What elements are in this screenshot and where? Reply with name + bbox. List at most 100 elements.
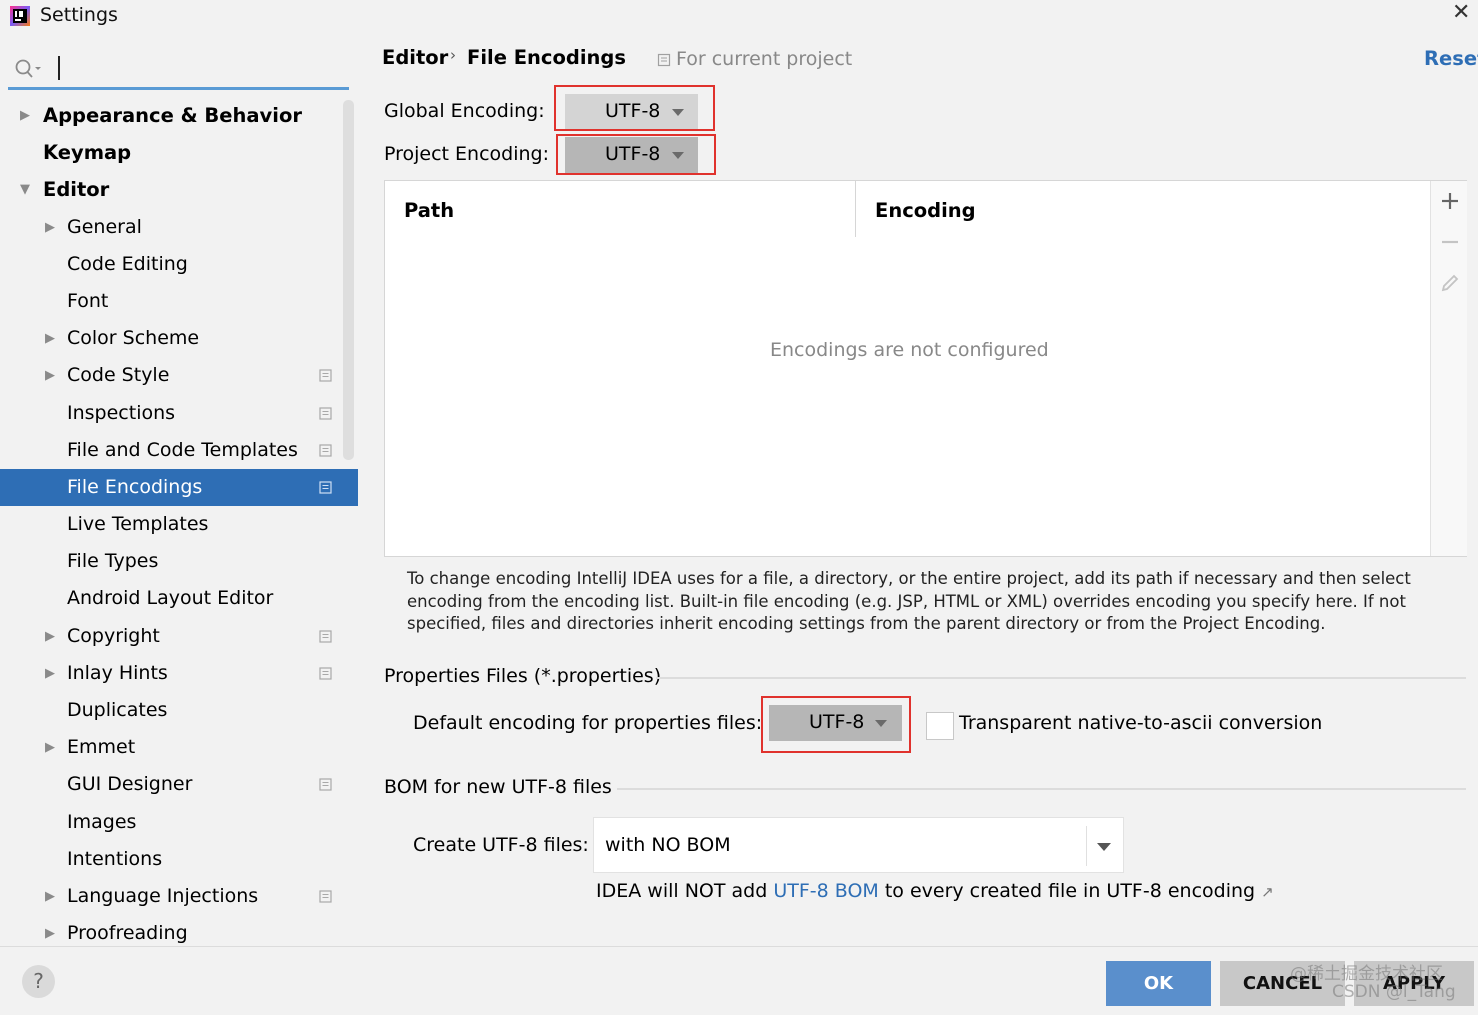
- transparent-conversion-label[interactable]: Transparent native-to-ascii conversion: [959, 712, 1322, 734]
- external-link-icon[interactable]: ↗: [1261, 883, 1274, 901]
- sidebar-item-label: File Encodings: [67, 475, 203, 498]
- project-scope-icon: [319, 369, 332, 382]
- sidebar-item-emmet[interactable]: ▶ Emmet: [0, 729, 358, 766]
- help-button[interactable]: ?: [22, 965, 55, 998]
- sidebar-item-language-injections[interactable]: ▶ Language Injections: [0, 878, 358, 915]
- sidebar-item-label: Inspections: [67, 401, 176, 424]
- properties-section-title: Properties Files (*.properties): [384, 665, 662, 687]
- properties-encoding-label: Default encoding for properties files:: [413, 712, 763, 734]
- sidebar-item-label: Inlay Hints: [67, 661, 168, 684]
- sidebar-item-intentions[interactable]: Intentions: [0, 841, 358, 878]
- sidebar-item-live-templates[interactable]: Live Templates: [0, 506, 358, 543]
- search-input[interactable]: [8, 48, 349, 90]
- sidebar-item-label: File and Code Templates: [67, 438, 298, 461]
- collapse-arrow-icon[interactable]: ▶: [45, 209, 55, 246]
- column-header-path[interactable]: Path: [404, 199, 454, 222]
- sidebar-item-label: General: [67, 215, 142, 238]
- project-scope-icon: [319, 778, 332, 791]
- breadcrumb-separator: ›: [450, 46, 456, 64]
- scope-label: For current project: [676, 48, 853, 70]
- project-scope-icon: [319, 481, 332, 494]
- sidebar-item-label: Images: [67, 810, 137, 833]
- sidebar-item-images[interactable]: Images: [0, 804, 358, 841]
- bom-section-title: BOM for new UTF-8 files: [384, 776, 612, 798]
- sidebar-item-color-scheme[interactable]: ▶ Color Scheme: [0, 320, 358, 357]
- sidebar-item-inspections[interactable]: Inspections: [0, 395, 358, 432]
- encodings-table[interactable]: Path Encoding Encodings are not configur…: [384, 180, 1467, 557]
- table-toolbar: [1430, 181, 1467, 556]
- collapse-arrow-icon[interactable]: ▶: [45, 320, 55, 357]
- sidebar-item-label: File Types: [67, 550, 159, 573]
- sidebar-item-gui-designer[interactable]: GUI Designer: [0, 766, 358, 803]
- watermark: @稀土掘金技术社区 CSDN @l_Tang: [1290, 965, 1456, 1001]
- highlight-box: [554, 85, 715, 131]
- sidebar-item-keymap[interactable]: Keymap: [0, 134, 358, 171]
- watermark-line: CSDN @l_Tang: [1332, 982, 1456, 1002]
- expand-arrow-icon[interactable]: ▼: [20, 171, 30, 208]
- intellij-logo-icon: [10, 6, 30, 26]
- sidebar-item-file-encodings[interactable]: File Encodings: [0, 468, 358, 507]
- project-scope-icon: [319, 444, 332, 457]
- sidebar-item-general[interactable]: ▶ General: [0, 209, 358, 246]
- select-divider: [1086, 826, 1087, 866]
- collapse-arrow-icon[interactable]: ▶: [45, 729, 55, 766]
- text-caret: [58, 56, 60, 80]
- sidebar-item-label: Emmet: [67, 736, 136, 759]
- sidebar-item-android-layout-editor[interactable]: Android Layout Editor: [0, 580, 358, 617]
- sidebar-item-file-types[interactable]: File Types: [0, 543, 358, 580]
- settings-tree: ▶ Appearance & Behavior Keymap ▼ Editor ▶ Gene…: [0, 97, 358, 952]
- project-scope-icon: [319, 667, 332, 680]
- sidebar-item-label: Color Scheme: [67, 327, 200, 350]
- sidebar-item-label: Code Editing: [67, 252, 188, 275]
- global-encoding-label: Global Encoding:: [384, 100, 545, 122]
- column-header-encoding[interactable]: Encoding: [875, 199, 976, 222]
- dialog-footer: ? OK CANCEL APPLY @稀土掘金技术社区 CSDN @l_Tang: [0, 946, 1478, 1015]
- sidebar-item-editor[interactable]: ▼ Editor: [0, 171, 358, 208]
- sidebar-item-label: Editor: [43, 178, 110, 202]
- sidebar-item-label: Live Templates: [67, 513, 209, 536]
- highlight-box: [761, 696, 911, 753]
- column-divider[interactable]: [855, 181, 856, 237]
- close-icon[interactable]: ✕: [1452, 0, 1470, 25]
- window-title: Settings: [40, 4, 118, 26]
- edit-icon[interactable]: [1439, 272, 1461, 294]
- sidebar-item-label: Appearance & Behavior: [43, 104, 302, 127]
- sidebar-item-label: Android Layout Editor: [67, 587, 274, 610]
- highlight-box: [556, 134, 716, 175]
- sidebar-item-file-and-code-templates[interactable]: File and Code Templates: [0, 432, 358, 469]
- sidebar-item-code-editing[interactable]: Code Editing: [0, 246, 358, 283]
- add-icon[interactable]: [1439, 190, 1461, 212]
- sidebar-item-duplicates[interactable]: Duplicates: [0, 692, 358, 729]
- collapse-arrow-icon[interactable]: ▶: [20, 97, 30, 134]
- bom-note-prefix: IDEA will NOT add: [596, 880, 774, 902]
- collapse-arrow-icon[interactable]: ▶: [45, 357, 55, 394]
- sidebar-item-label: Language Injections: [67, 884, 259, 907]
- transparent-conversion-checkbox[interactable]: [926, 712, 954, 740]
- help-description: To change encoding IntelliJ IDEA uses fo…: [407, 569, 1411, 633]
- remove-icon[interactable]: [1439, 231, 1461, 253]
- project-scope-icon: [657, 53, 671, 67]
- utf8-bom-link[interactable]: UTF-8 BOM: [773, 880, 878, 902]
- create-utf8-label: Create UTF-8 files:: [413, 834, 589, 856]
- project-encoding-label: Project Encoding:: [384, 143, 550, 165]
- sidebar-item-inlay-hints[interactable]: ▶ Inlay Hints: [0, 655, 358, 692]
- ok-button[interactable]: OK: [1106, 961, 1211, 1006]
- project-scope-icon: [319, 890, 332, 903]
- project-scope-icon: [319, 406, 332, 420]
- sidebar-item-code-style[interactable]: ▶ Code Style: [0, 357, 358, 394]
- section-divider: [617, 788, 1466, 790]
- breadcrumb-parent[interactable]: Editor: [382, 46, 448, 69]
- bom-select[interactable]: with NO BOM: [593, 817, 1124, 873]
- sidebar-item-label: Code Style: [67, 364, 170, 387]
- reset-link[interactable]: Reset: [1424, 47, 1478, 70]
- sidebar-item-copyright[interactable]: ▶ Copyright: [0, 618, 358, 655]
- sidebar-item-appearance-behavior[interactable]: ▶ Appearance & Behavior: [0, 97, 358, 134]
- collapse-arrow-icon[interactable]: ▶: [45, 655, 55, 692]
- sidebar-item-label: Duplicates: [67, 699, 168, 721]
- collapse-arrow-icon[interactable]: ▶: [45, 618, 55, 655]
- sidebar-item-font[interactable]: Font: [0, 283, 358, 320]
- bom-note: IDEA will NOT add UTF-8 BOM to every cre…: [596, 880, 1274, 902]
- bom-select-value: with NO BOM: [605, 834, 731, 856]
- collapse-arrow-icon[interactable]: ▶: [45, 878, 55, 915]
- chevron-down-icon: [1097, 843, 1111, 851]
